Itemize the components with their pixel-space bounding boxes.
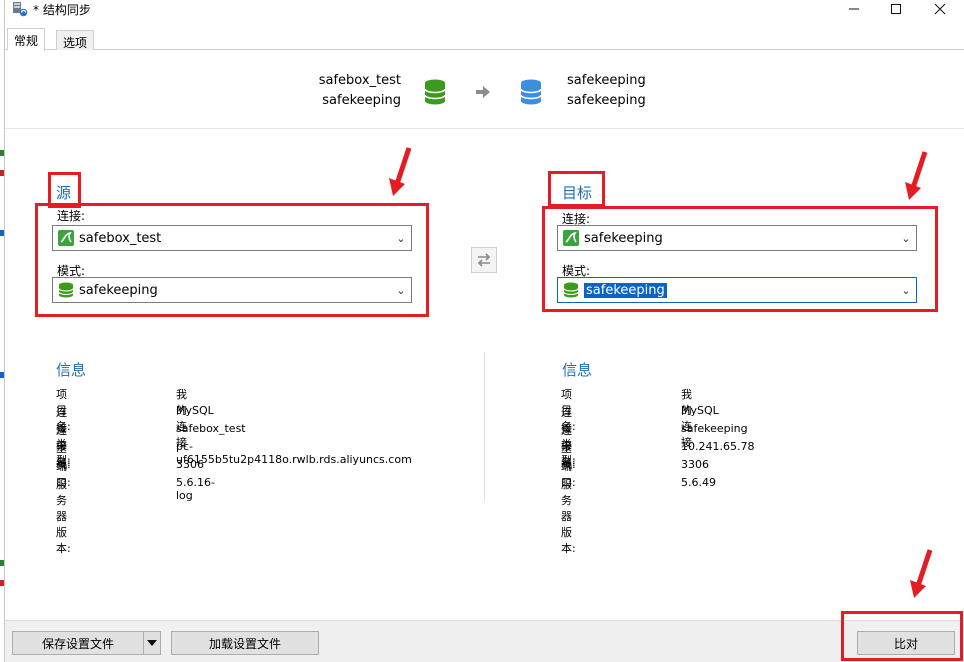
annotation-arrow-icon xyxy=(389,147,412,196)
info-value: 5.6.16-log xyxy=(176,476,215,502)
info-key: 服务器版本: xyxy=(56,478,71,555)
load-profile-button[interactable]: 加载设置文件 xyxy=(171,631,319,655)
info-value: MySQL xyxy=(681,404,719,417)
summary-target-connection: safekeeping xyxy=(567,73,646,88)
mysql-connection-icon xyxy=(58,230,74,246)
database-green-icon xyxy=(58,282,74,298)
arrow-right-icon xyxy=(476,86,490,98)
compare-highlight xyxy=(841,611,963,661)
annotation-arrow-icon xyxy=(910,549,933,598)
save-profile-button[interactable]: 保存设置文件 xyxy=(12,631,144,655)
info-value: safekeeping xyxy=(681,422,748,435)
header-divider xyxy=(5,128,964,129)
summary-target-schema: safekeeping xyxy=(567,93,646,108)
maximize-button[interactable] xyxy=(873,0,919,18)
close-icon xyxy=(934,3,946,15)
target-title-highlight xyxy=(548,171,605,207)
annotation-arrow-icon xyxy=(905,151,928,200)
structure-sync-app-icon xyxy=(13,2,28,17)
background-mark xyxy=(0,170,4,176)
target-info-title: 信息 xyxy=(562,361,593,379)
background-mark xyxy=(0,580,4,586)
target-connection-value: safekeeping xyxy=(584,230,663,246)
target-schema-select[interactable]: safekeeping ⌄ xyxy=(557,277,917,303)
mysql-connection-icon xyxy=(563,230,579,246)
tab-options[interactable]: 选项 xyxy=(56,30,95,50)
save-profile-dropdown[interactable] xyxy=(143,631,161,655)
window-title: * 结构同步 xyxy=(33,3,91,17)
database-green-icon xyxy=(424,79,446,105)
info-divider xyxy=(484,352,485,502)
summary-source-connection: safebox_test xyxy=(318,73,401,88)
maximize-icon xyxy=(891,4,901,14)
chevron-down-icon: ⌄ xyxy=(396,283,406,297)
info-value: 3306 xyxy=(176,458,204,471)
background-mark xyxy=(0,560,4,566)
info-value: 10.241.65.78 xyxy=(681,440,755,453)
tab-bar: 常规 选项 xyxy=(5,28,964,51)
minimize-icon xyxy=(849,8,859,10)
summary-source-schema: safekeeping xyxy=(322,93,401,108)
chevron-down-icon: ⌄ xyxy=(901,283,911,297)
database-green-icon xyxy=(563,282,579,298)
source-connection-select[interactable]: safebox_test ⌄ xyxy=(52,225,412,251)
database-blue-icon xyxy=(520,79,542,105)
tab-general[interactable]: 常规 xyxy=(7,28,46,51)
close-button[interactable] xyxy=(917,0,963,18)
swap-source-target-button[interactable] xyxy=(471,247,497,273)
source-schema-value: safekeeping xyxy=(79,282,158,298)
background-mark xyxy=(0,372,4,378)
target-connection-select[interactable]: safekeeping ⌄ xyxy=(557,225,917,251)
info-value: MySQL xyxy=(176,404,214,417)
info-value: 3306 xyxy=(681,458,709,471)
background-mark xyxy=(0,150,4,156)
title-bar: * 结构同步 xyxy=(5,0,964,20)
source-connection-label: 连接: xyxy=(57,209,86,223)
info-value: 5.6.49 xyxy=(681,476,716,489)
info-value: pc-uf6155b5tu2p4118o.rwlb.rds.aliyuncs.c… xyxy=(176,440,412,466)
source-connection-value: safebox_test xyxy=(79,230,162,246)
source-schema-select[interactable]: safekeeping ⌄ xyxy=(52,277,412,303)
info-key: 服务器版本: xyxy=(561,478,576,555)
target-schema-value: safekeeping xyxy=(584,282,667,298)
background-window-edge xyxy=(0,0,5,662)
swap-icon xyxy=(477,253,491,267)
minimize-button[interactable] xyxy=(831,0,877,18)
background-mark xyxy=(0,230,4,236)
source-info-title: 信息 xyxy=(56,361,87,379)
info-value: safebox_test xyxy=(176,422,246,435)
chevron-down-icon: ⌄ xyxy=(901,231,911,245)
chevron-down-icon: ⌄ xyxy=(396,231,406,245)
caret-down-icon xyxy=(147,640,157,646)
